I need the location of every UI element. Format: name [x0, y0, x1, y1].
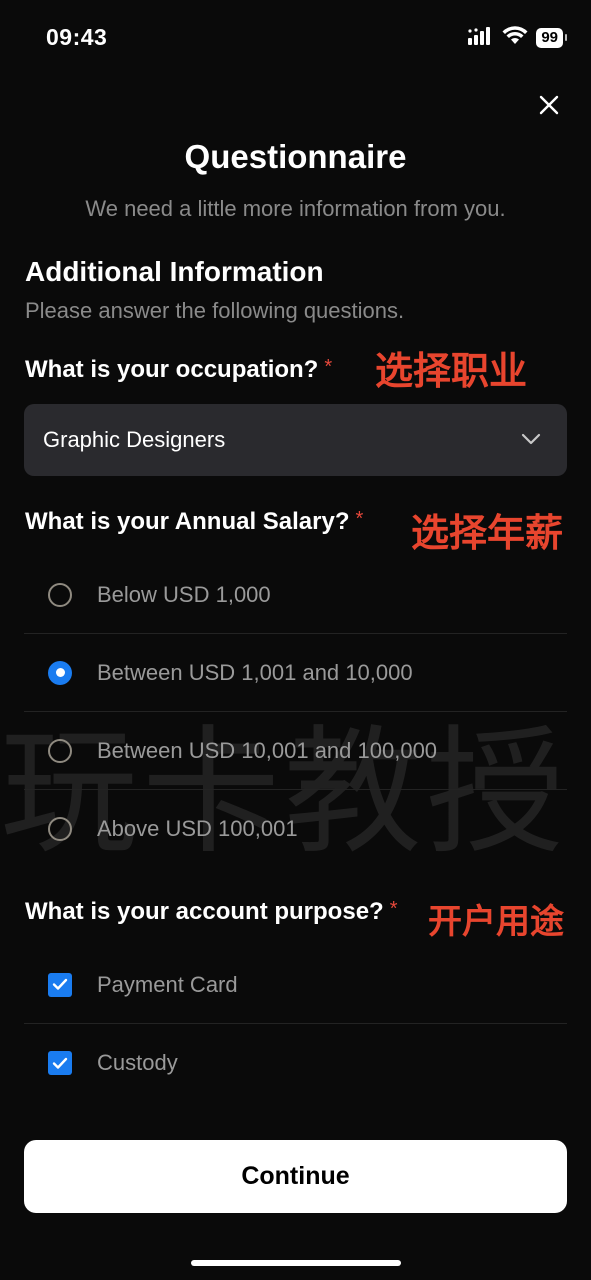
occupation-annotation: 选择职业: [375, 351, 528, 393]
purpose-option[interactable]: Payment Card: [24, 946, 567, 1024]
salary-annotation: 选择年薪: [411, 513, 564, 555]
required-mark: *: [389, 898, 398, 920]
checkmark-icon: [52, 978, 68, 990]
radio-button-selected[interactable]: [48, 660, 72, 685]
required-mark: *: [324, 356, 333, 378]
salary-option[interactable]: Between USD 10,001 and 100,000: [24, 712, 567, 790]
purpose-option[interactable]: Custody: [24, 1024, 567, 1102]
radio-button[interactable]: [48, 817, 72, 841]
chevron-down-icon: [521, 433, 541, 445]
section-title: Additional Information: [25, 256, 324, 287]
cellular-signal-icon: [468, 26, 494, 50]
radio-button[interactable]: [48, 738, 72, 763]
purpose-question: What is your account purpose? *: [25, 898, 398, 926]
wifi-icon: [502, 26, 528, 50]
occupation-question: What is your occupation? *: [25, 356, 332, 384]
required-mark: *: [355, 508, 364, 530]
occupation-select-value: Graphic Designers: [43, 427, 226, 452]
section-subtitle: Please answer the following questions.: [25, 298, 405, 323]
salary-option[interactable]: Between USD 1,001 and 10,000: [24, 634, 567, 712]
salary-question: What is your Annual Salary? *: [25, 508, 363, 536]
salary-option[interactable]: Below USD 1,000: [24, 556, 567, 634]
salary-option-label: Below USD 1,000: [97, 581, 271, 607]
salary-option[interactable]: Above USD 100,001: [24, 790, 567, 868]
salary-option-label: Between USD 10,001 and 100,000: [97, 737, 438, 763]
checkbox-checked[interactable]: [48, 1051, 72, 1075]
checkmark-icon: [52, 1057, 68, 1069]
purpose-option-label: Custody: [97, 1050, 178, 1075]
home-indicator: [191, 1260, 401, 1266]
salary-option-label: Above USD 100,001: [97, 816, 298, 841]
purpose-option-label: Payment Card: [97, 971, 238, 997]
radio-button[interactable]: [48, 582, 72, 607]
battery-icon: 99: [536, 28, 567, 48]
status-bar: 09:43 99: [0, 0, 591, 76]
occupation-question-text: What is your occupation?: [25, 356, 319, 383]
continue-button[interactable]: Continue: [24, 1140, 567, 1213]
salary-question-text: What is your Annual Salary?: [25, 508, 350, 535]
checkbox-checked[interactable]: [48, 972, 72, 997]
salary-option-label: Between USD 1,001 and 10,000: [97, 659, 413, 685]
page-subtitle: We need a little more information from y…: [85, 196, 506, 221]
close-button[interactable]: [534, 90, 564, 120]
occupation-select[interactable]: Graphic Designers: [24, 404, 567, 476]
page-title: Questionnaire: [184, 138, 407, 175]
purpose-question-text: What is your account purpose?: [25, 898, 384, 925]
purpose-annotation: 开户用途: [428, 903, 564, 941]
status-time: 09:43: [46, 24, 108, 50]
close-icon: [539, 95, 559, 115]
status-icons: 99: [468, 26, 567, 50]
